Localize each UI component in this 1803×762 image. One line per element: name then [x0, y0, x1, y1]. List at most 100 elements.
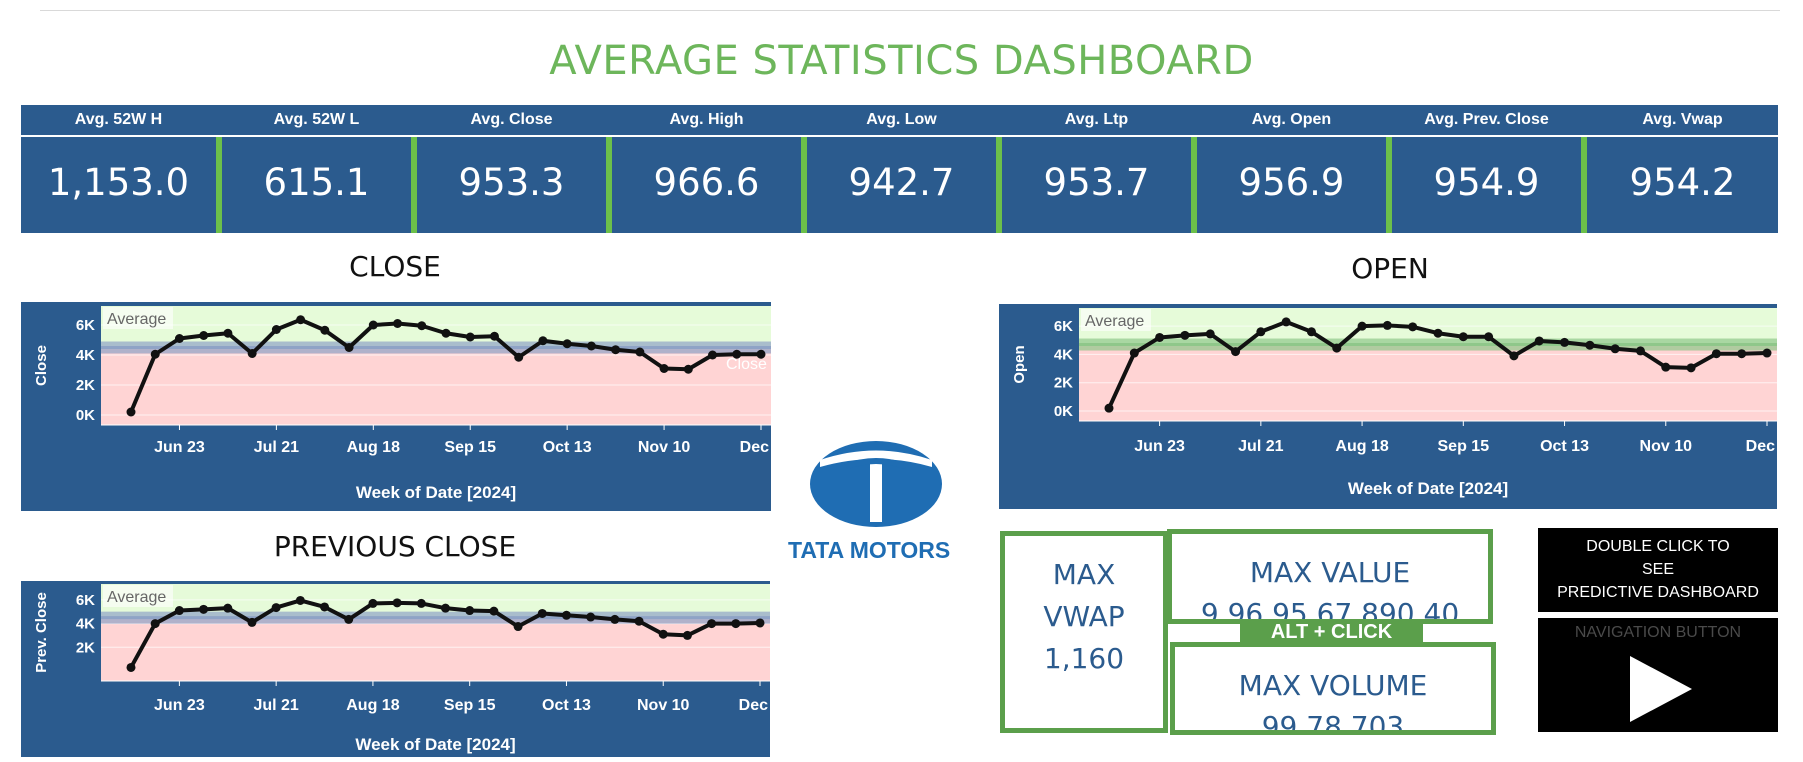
max-volume-label: MAX VOLUME — [1238, 669, 1428, 702]
data-point — [1104, 403, 1114, 413]
y-axis-title: Close — [33, 345, 50, 386]
kpi-avg-52w-low[interactable]: Avg. 52W L 615.1 — [222, 105, 411, 233]
max-value-card[interactable]: MAX VALUE 9,96,95,67,890.40 — [1167, 529, 1493, 624]
y-tick-label: 4K — [76, 616, 95, 633]
data-point — [1458, 332, 1468, 342]
y-axis-title: Open — [1011, 345, 1028, 383]
kpi-value: 956.9 — [1238, 161, 1345, 204]
data-point — [1433, 328, 1443, 338]
prev-close-chart: 2K 4K 6K Average Jun 23 Jul 21 Aug 18 Sep 15 Oct… — [33, 584, 770, 754]
kpi-avg-low[interactable]: Avg. Low 942.7 — [807, 105, 996, 233]
open-chart-panel[interactable]: 0K 2K 4K 6K Average Jun 23 Jul 21 Aug 18 Sep 15 O… — [999, 304, 1777, 509]
data-point — [683, 364, 693, 374]
data-point — [368, 320, 378, 330]
x-tick-label: Jul 21 — [253, 697, 298, 714]
data-point — [393, 319, 403, 328]
kpi-value: 615.1 — [263, 161, 370, 204]
x-tick-label: Oct 13 — [1540, 438, 1589, 455]
data-point — [271, 603, 281, 613]
max-volume-card[interactable]: MAX VOLUME 99,78,703 — [1170, 642, 1496, 735]
x-axis-title: Week of Date [2024] — [1348, 479, 1508, 498]
prev-close-chart-title: PREVIOUS CLOSE — [273, 530, 517, 563]
kpi-label: Avg. High — [669, 111, 744, 128]
data-point — [465, 606, 475, 616]
kpi-value: 954.9 — [1433, 161, 1540, 204]
x-tick-label: Aug 18 — [1335, 438, 1388, 455]
data-point — [1661, 362, 1671, 372]
kpi-avg-close[interactable]: Avg. Close 953.3 — [417, 105, 606, 233]
x-tick-label: Sep 15 — [1438, 438, 1490, 455]
kpi-avg-open[interactable]: Avg. Open 956.9 — [1197, 105, 1386, 233]
data-point — [1635, 346, 1645, 356]
kpi-label: Avg. Vwap — [1642, 111, 1723, 128]
tata-logo-icon: TATA MOTORS — [788, 441, 950, 563]
open-chart: 0K 2K 4K 6K Average Jun 23 Jul 21 Aug 18 Sep 15 O… — [1011, 308, 1777, 498]
navigation-button[interactable]: NAVIGATION BUTTON — [1538, 618, 1778, 732]
data-point — [1610, 344, 1620, 354]
kpi-label: Avg. Prev. Close — [1424, 111, 1549, 128]
data-point — [1231, 347, 1241, 357]
data-point — [1205, 329, 1215, 339]
data-point — [150, 619, 160, 629]
data-point — [199, 331, 209, 340]
close-chart-panel[interactable]: 0K 2K 4K 6K Average Close Jun 23 Jul 21 Aug 18 Se… — [21, 302, 771, 511]
x-tick-label: Nov 10 — [1640, 438, 1693, 455]
data-point — [489, 606, 499, 616]
data-point — [441, 603, 450, 613]
data-point — [561, 610, 571, 620]
data-point — [610, 614, 620, 624]
predictive-dashboard-link[interactable]: DOUBLE CLICK TO SEE PREDICTIVE DASHBOARD — [1538, 528, 1778, 612]
max-vwap-card[interactable]: MAX VWAP 1,160 — [1000, 531, 1168, 733]
y-tick-label: 4K — [76, 347, 95, 364]
nav-line1: DOUBLE CLICK TO — [1586, 538, 1730, 555]
data-point — [755, 618, 765, 628]
y-tick-label: 6K — [76, 317, 95, 334]
kpi-avg-ltp[interactable]: Avg. Ltp 953.7 — [1002, 105, 1191, 233]
x-tick-label: Aug 18 — [347, 439, 400, 456]
kpi-avg-prev-close[interactable]: Avg. Prev. Close 954.9 — [1392, 105, 1581, 233]
kpi-avg-vwap[interactable]: Avg. Vwap 954.2 — [1587, 105, 1778, 233]
x-axis-title: Week of Date [2024] — [355, 735, 515, 754]
data-point — [392, 598, 402, 608]
data-point — [1711, 349, 1721, 359]
data-point — [514, 352, 524, 362]
x-tick-label: Jul 21 — [1238, 438, 1283, 455]
kpi-label: Avg. Close — [470, 111, 553, 128]
data-point — [1762, 348, 1772, 358]
x-tick-label: Dec 8 — [740, 439, 771, 456]
data-point — [344, 614, 354, 624]
data-point — [682, 630, 692, 640]
top-divider — [40, 10, 1780, 11]
y-tick-label: 6K — [76, 592, 95, 609]
data-point — [1484, 332, 1494, 342]
average-label: Average — [107, 311, 166, 328]
average-label: Average — [1085, 313, 1144, 330]
max-vwap-line2: VWAP — [1043, 600, 1125, 633]
data-point — [223, 603, 233, 613]
kpi-value: 953.3 — [458, 161, 565, 204]
data-point — [731, 619, 741, 629]
data-point — [1585, 340, 1595, 350]
data-point — [537, 608, 547, 618]
prev-close-chart-panel[interactable]: 2K 4K 6K Average Jun 23 Jul 21 Aug 18 Sep 15 Oct… — [21, 581, 770, 757]
x-tick-label: Oct 13 — [542, 697, 591, 714]
data-point — [513, 622, 523, 632]
max-volume-amount: 99,78,703 — [1261, 710, 1405, 735]
svg-text:TATA MOTORS: TATA MOTORS — [788, 537, 950, 563]
kpi-avg-52w-high[interactable]: Avg. 52W H 1,153.0 — [21, 105, 216, 233]
kpi-value: 942.7 — [848, 161, 955, 204]
data-point — [344, 343, 354, 352]
x-tick-label: Nov 10 — [638, 439, 691, 456]
data-point — [417, 321, 427, 331]
data-point — [295, 595, 305, 605]
data-point — [1737, 349, 1747, 359]
kpi-avg-high[interactable]: Avg. High 966.6 — [612, 105, 801, 233]
data-point — [635, 347, 645, 357]
kpi-label: Avg. Low — [866, 111, 937, 128]
data-point — [1382, 320, 1392, 330]
x-tick-label: Sep 15 — [444, 697, 496, 714]
tata-motors-logo: TATA MOTORS — [786, 436, 974, 566]
close-chart: 0K 2K 4K 6K Average Close Jun 23 Jul 21 Aug 18 Se… — [33, 306, 771, 502]
y-tick-label: 4K — [1054, 346, 1073, 363]
kpi-value: 1,153.0 — [47, 161, 190, 204]
